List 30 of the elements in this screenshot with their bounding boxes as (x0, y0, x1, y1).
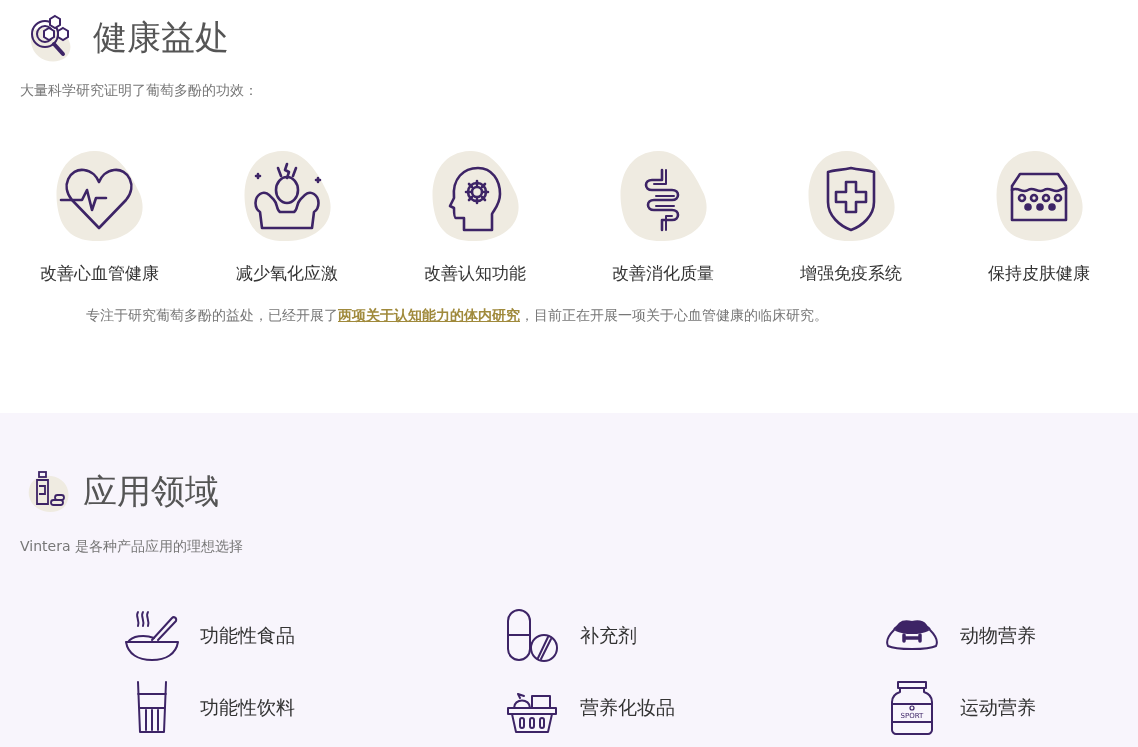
intestine-icon (618, 150, 708, 242)
head-gear-icon (430, 150, 520, 242)
application-label: 动物营养 (960, 623, 1036, 648)
bowl-spoon-icon (125, 611, 179, 661)
benefit-label: 改善消化质量 (612, 262, 714, 285)
benefit-label: 改善心血管健康 (39, 262, 159, 285)
intro-text: 大量科学研究证明了葡萄多酚的功效： (20, 82, 259, 100)
application-label: 营养化妆品 (580, 695, 675, 720)
application-label: 运动营养 (960, 695, 1036, 720)
benefit-label: 增强免疫系统 (800, 262, 902, 285)
heart-pulse-icon (54, 150, 144, 242)
section-title: 健康益处 (93, 16, 229, 59)
application-label: 补充剂 (580, 623, 637, 648)
section-title: 应用领域 (83, 470, 219, 513)
studies-link[interactable]: 两项关于认知能力的体内研究 (338, 307, 520, 323)
basket-icon (507, 693, 557, 733)
stressed-person-icon (242, 150, 332, 242)
supplement-tub-icon (891, 681, 933, 735)
intro-text: Vintera 是各种产品应用的理想选择 (20, 538, 244, 556)
pet-bowl-icon (886, 620, 938, 650)
benefit-label: 保持皮肤健康 (988, 262, 1090, 285)
pills-icon (507, 609, 558, 662)
glass-icon (137, 681, 167, 733)
benefit-label: 减少氧化应激 (236, 262, 338, 285)
skin-layers-icon (994, 150, 1084, 242)
research-note: 专注于研究葡萄多酚的益处，已经开展了两项关于认知能力的体内研究，目前正在开展一项关于心血管健康的临床研究。 (86, 307, 829, 325)
benefit-label: 改善认知功能 (424, 262, 526, 285)
shield-cross-icon (806, 150, 896, 242)
application-label: 功能性饮料 (200, 695, 295, 720)
application-label: 功能性食品 (200, 623, 295, 648)
